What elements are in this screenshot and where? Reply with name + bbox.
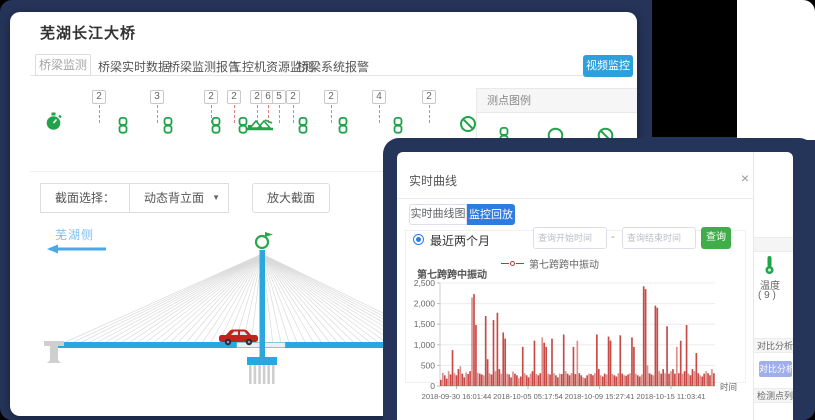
svg-text:2018-10-05 05:17:54: 2018-10-05 05:17:54 — [493, 392, 563, 401]
svg-text:1,500: 1,500 — [414, 319, 436, 329]
sidebar-divider — [753, 152, 754, 420]
recent-two-months-radio[interactable] — [413, 234, 424, 245]
bridge-deck — [56, 342, 389, 348]
leader-line — [157, 105, 158, 123]
video-monitor-button[interactable]: 视频监控 — [583, 55, 633, 77]
legend-series-label: 第七跨跨中振动 — [529, 256, 599, 271]
sensor-count-badge: 4 — [372, 90, 386, 104]
detect-point-list-header: 检测点列表 — [754, 388, 793, 403]
query-start-time-input[interactable] — [533, 227, 607, 249]
leader-line — [293, 105, 294, 123]
left-pier — [44, 341, 64, 363]
sensor-count-badge: 2 — [227, 90, 241, 104]
measure-point-legend-panel: 测点图例 — [476, 88, 637, 140]
screen: 芜湖长江大桥 桥梁监测 桥梁实时数据 桥梁监测报告 工控机资源监测 桥梁系统报警… — [0, 0, 815, 420]
svg-text:500: 500 — [421, 360, 435, 370]
tab-bridge-realtime-data[interactable]: 桥梁实时数据 — [98, 58, 170, 75]
page-title: 芜湖长江大桥 — [40, 22, 136, 43]
temperature-count: ( 9 ) — [758, 290, 776, 301]
bridge-sensor-icon[interactable] — [246, 116, 274, 133]
bridge-elevation-diagram — [35, 230, 389, 404]
svg-text:1,000: 1,000 — [414, 340, 436, 350]
ban-icon[interactable] — [459, 115, 477, 133]
realtime-curve-modal: 实时曲线 × 实时曲线图 监控回放 最近两个月 - 查询 第七跨跨中振动 第七跨… — [397, 152, 793, 420]
sensor-count-badge: 2 — [204, 90, 218, 104]
section-select-dropdown[interactable]: 动态背立面 ▼ — [129, 183, 229, 213]
zoom-section-button[interactable]: 放大截面 — [252, 183, 330, 213]
chain-sensor-icon[interactable] — [296, 117, 310, 134]
svg-text:2,500: 2,500 — [414, 278, 436, 288]
leader-line — [234, 105, 235, 123]
leader-line — [429, 105, 430, 123]
pylon-flag-icon — [265, 232, 273, 237]
chain-sensor-icon[interactable] — [116, 117, 130, 134]
desktop-black-area — [652, 0, 737, 137]
query-end-time-input[interactable] — [622, 227, 696, 249]
compare-analysis-header: 对比分析 — [754, 338, 793, 353]
sensor-count-badge: 2 — [324, 90, 338, 104]
stopwatch-icon[interactable] — [44, 112, 64, 132]
chain-sensor-icon[interactable] — [336, 117, 350, 134]
pylon-top-sensor-icon[interactable] — [256, 236, 268, 248]
thermometer-icon[interactable] — [763, 255, 776, 275]
vibration-bar-chart[interactable]: 0 500 1,000 1,500 2,000 2,500 2018-09-30 16:01… — [411, 276, 747, 414]
sensor-count-badge: 2 — [286, 90, 300, 104]
tab-realtime-curve-chart[interactable]: 实时曲线图 — [409, 204, 467, 225]
sensor-count-badge: 2 — [422, 90, 436, 104]
svg-text:2018-09-30 16:01:44: 2018-09-30 16:01:44 — [422, 392, 492, 401]
sidebar-section-header — [754, 237, 793, 252]
modal-header-divider — [397, 198, 753, 199]
svg-text:2,000: 2,000 — [414, 299, 436, 309]
leader-line — [99, 105, 100, 123]
close-icon[interactable]: × — [737, 170, 753, 186]
svg-text:0: 0 — [430, 381, 435, 391]
svg-text:2018-10-15 11:03:41: 2018-10-15 11:03:41 — [636, 392, 705, 401]
tabs-underline — [30, 75, 607, 76]
leader-line — [331, 105, 332, 123]
sensor-count-badge: 3 — [150, 90, 164, 104]
query-button[interactable]: 查询 — [701, 227, 731, 249]
compare-analysis-button[interactable]: 对比分析 — [759, 361, 792, 377]
section-select-value: 动态背立面 — [144, 191, 204, 205]
section-select-label: 截面选择： — [40, 183, 130, 213]
tab-bridge-monitor[interactable]: 桥梁监测 — [35, 54, 91, 76]
svg-text:时间: 时间 — [720, 382, 737, 392]
foundation-piles — [249, 365, 275, 384]
sensor-count-badge: 5 — [272, 90, 286, 104]
sensor-count-badge: 2 — [92, 90, 106, 104]
tab-monitor-playback[interactable]: 监控回放 — [467, 204, 515, 225]
background-window-area — [737, 0, 815, 140]
svg-text:2018-10-09 15:27:41: 2018-10-09 15:27:41 — [565, 392, 635, 401]
bridge-pylon — [260, 250, 266, 362]
leader-line — [379, 105, 380, 123]
chart-legend[interactable]: 第七跨跨中振动 — [501, 256, 599, 271]
modal-title: 实时曲线 — [409, 172, 457, 189]
recent-two-months-label: 最近两个月 — [430, 232, 490, 249]
tab-bridge-system-alarm[interactable]: 桥梁系统报警 — [297, 58, 369, 75]
foundation-cap — [247, 357, 277, 365]
bridge-cables — [60, 254, 389, 345]
chain-sensor-icon[interactable] — [209, 117, 223, 134]
legend-panel-title: 测点图例 — [477, 89, 637, 113]
legend-marker-icon — [510, 261, 515, 266]
date-range-separator: - — [611, 231, 615, 243]
leader-line — [279, 105, 280, 123]
chain-sensor-icon[interactable] — [161, 117, 175, 134]
chain-sensor-icon[interactable] — [391, 117, 405, 134]
chevron-down-icon: ▼ — [212, 184, 220, 212]
